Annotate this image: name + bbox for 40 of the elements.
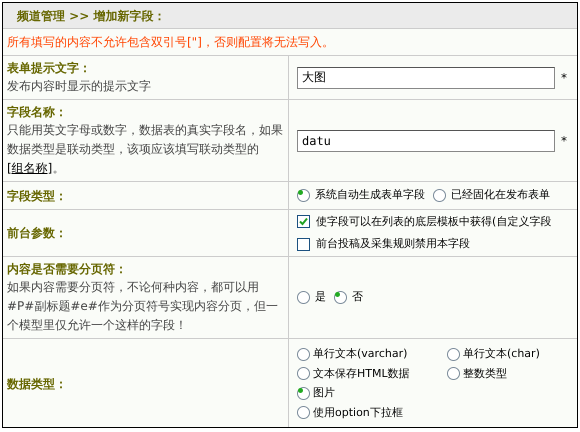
- help-text: 发布内容时显示的提示文字: [7, 78, 152, 95]
- group-name-link[interactable]: [组名称]: [7, 161, 52, 175]
- breadcrumb: 频道管理 >> 增加新字段：: [17, 8, 166, 24]
- radio-button[interactable]: [297, 367, 310, 380]
- option-label: 使字段可以在列表的底层模板中获得(自定义字段: [316, 214, 552, 230]
- option-label: 是: [315, 289, 326, 306]
- help-text: 只能用英文字母或数字，数据表的真实字段名，如果数据类型是联动类型，该项应该填写联动类型的 [组名称]。: [7, 122, 284, 177]
- radio-button[interactable]: [297, 291, 310, 304]
- radio-button[interactable]: [297, 189, 310, 202]
- option-label: 文本保存HTML数据: [313, 366, 410, 382]
- option-label: 单行文本(varchar): [313, 346, 408, 362]
- warning-text: 所有填写的内容不允许包含双引号["]，否则配置将无法写入。: [7, 34, 334, 51]
- radio-button[interactable]: [297, 406, 310, 420]
- radio-button[interactable]: [447, 348, 460, 361]
- option-label: 整数类型: [463, 366, 507, 382]
- checkbox[interactable]: [297, 238, 310, 251]
- required-mark: *: [561, 132, 567, 150]
- field-label: 字段类型：: [7, 188, 68, 204]
- option-label: 前台投稿及采集规则禁用本字段: [316, 236, 470, 252]
- option-label: 单行文本(char): [463, 346, 540, 362]
- text-input[interactable]: 大图: [297, 66, 555, 88]
- radio-button[interactable]: [334, 291, 347, 304]
- radio-button[interactable]: [447, 367, 460, 380]
- field-label: 内容是否需要分页符：: [7, 261, 128, 278]
- required-mark: *: [561, 70, 567, 86]
- radio-button[interactable]: [297, 386, 310, 400]
- field-label: 前台参数：: [7, 225, 68, 242]
- option-label: 图片: [313, 385, 335, 401]
- radio-button[interactable]: [433, 189, 446, 202]
- option-label: 系统自动生成表单字段: [315, 187, 425, 204]
- option-label: 使用option下拉框: [313, 404, 403, 420]
- text-input[interactable]: datu: [297, 130, 555, 152]
- field-label: 字段名称：: [7, 104, 68, 121]
- field-label: 数据类型：: [7, 376, 68, 392]
- option-label: 已经固化在发布表单: [451, 187, 550, 204]
- option-label: 否: [352, 289, 363, 306]
- radio-button[interactable]: [297, 348, 310, 361]
- field-label: 表单提示文字：: [7, 60, 92, 77]
- help-text: 如果内容需要分页符，不论何种内容，都可以用#P#副标题#e#作为分页符号实现内容分页，但一个模型里仅允许一个这样的字段！: [7, 279, 279, 334]
- checkbox[interactable]: [297, 215, 310, 228]
